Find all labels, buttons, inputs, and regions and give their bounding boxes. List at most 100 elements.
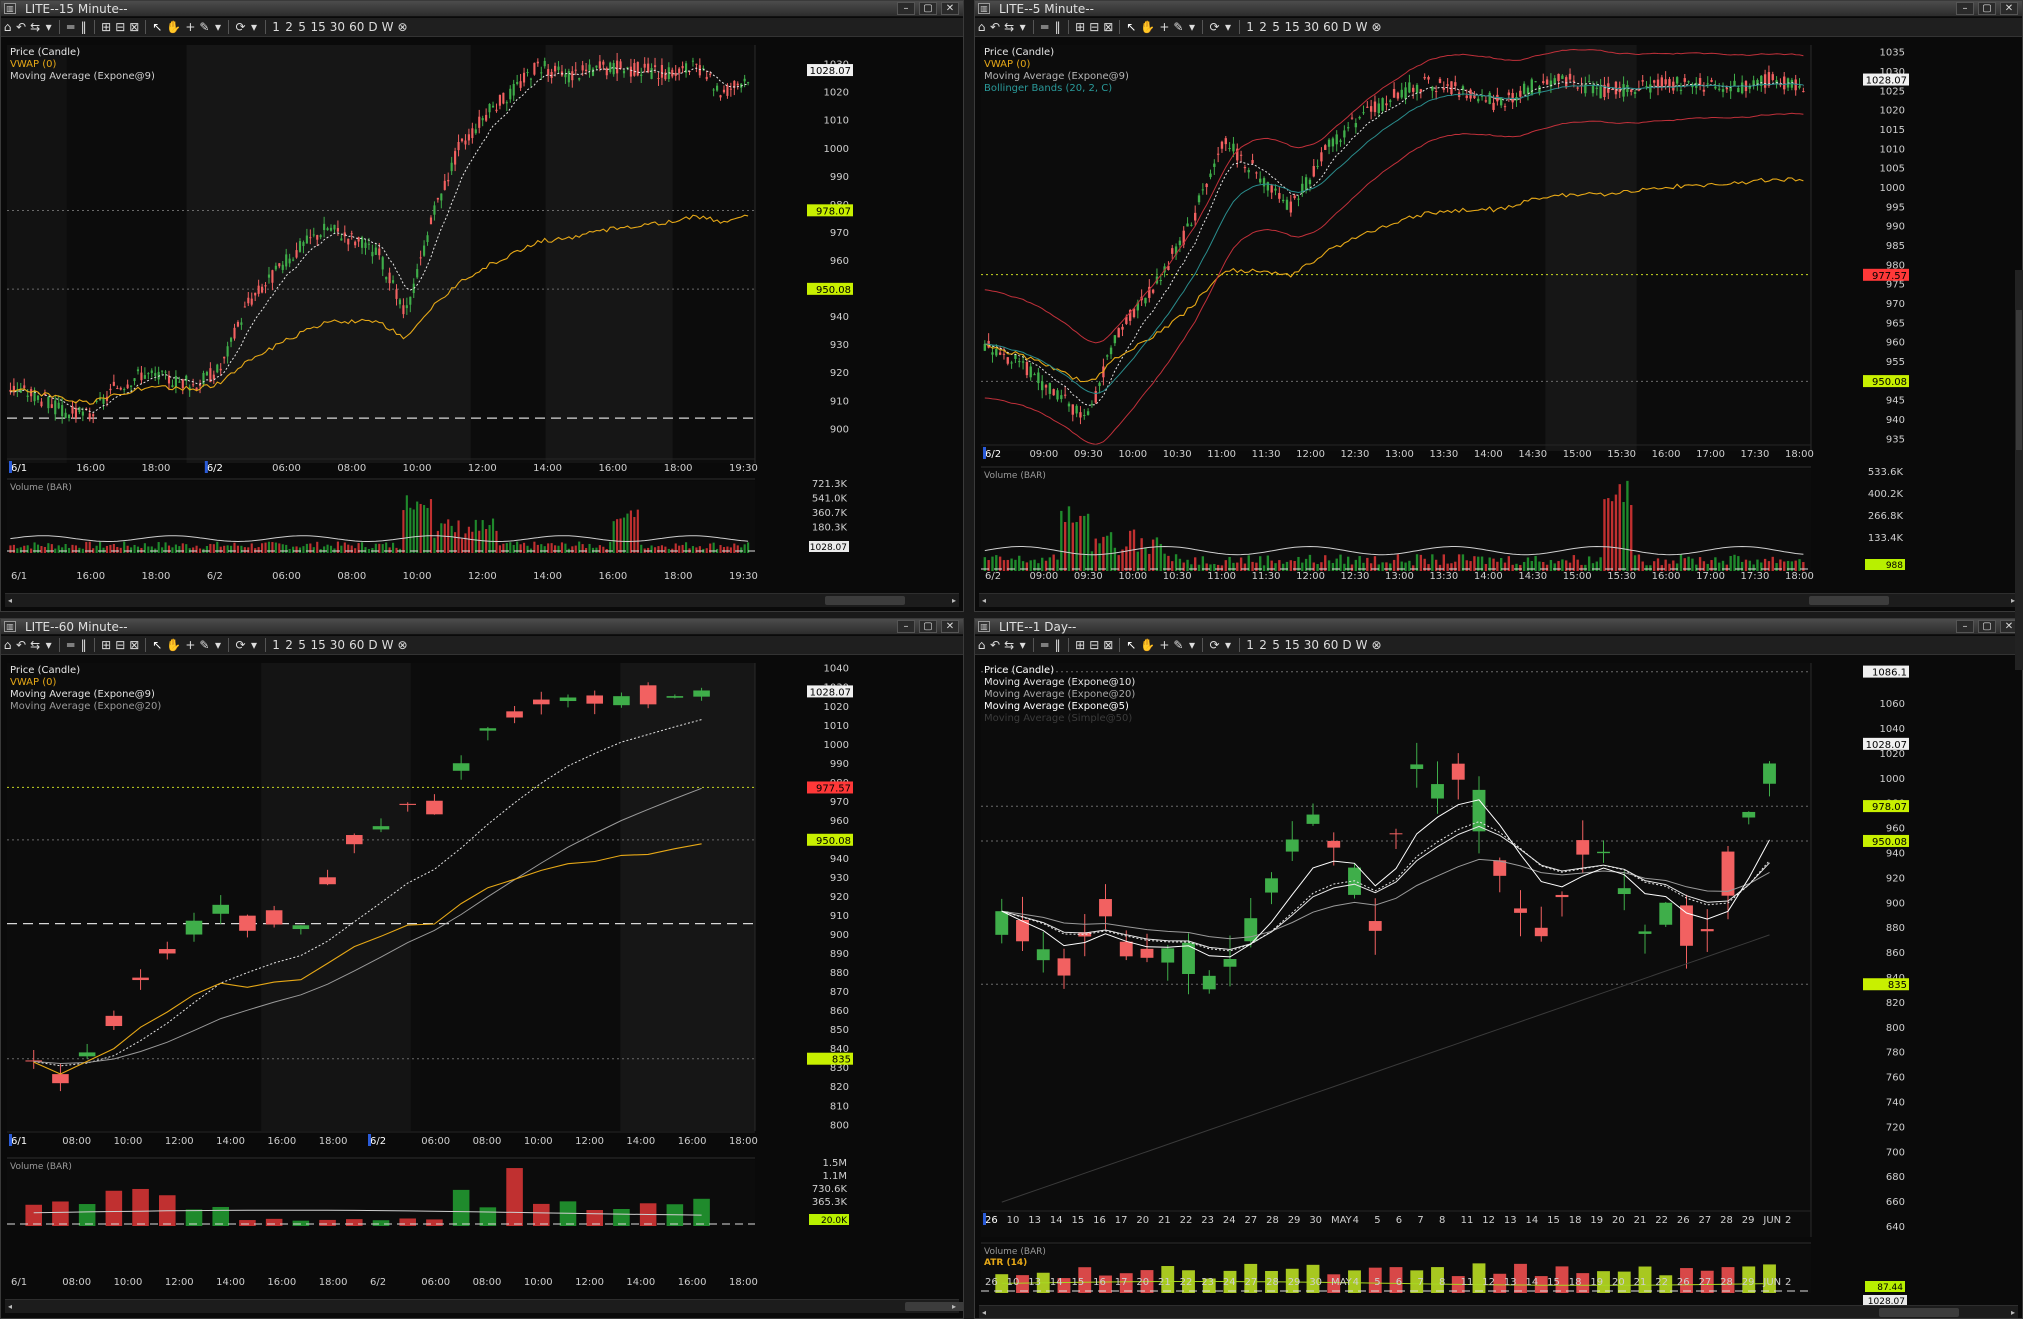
toolbar-button-14[interactable]: ⟳	[233, 19, 247, 36]
toolbar-button-8[interactable]: ⊠	[1101, 637, 1115, 654]
scroll-right-arrow[interactable]: ▸	[949, 594, 959, 607]
toolbar-button-19[interactable]: 15	[309, 637, 328, 654]
minimize-button[interactable]: –	[1956, 2, 1974, 15]
toolbar-button-0[interactable]: ⌂	[1, 637, 14, 654]
toolbar-button-7[interactable]: ⊟	[1087, 19, 1101, 36]
toolbar-button-12[interactable]: ✎	[1171, 19, 1185, 36]
toolbar-button-3[interactable]: ▾	[42, 19, 55, 36]
toolbar-button-4[interactable]: ═	[1038, 637, 1051, 654]
toolbar-button-21[interactable]: 60	[1321, 637, 1340, 654]
toolbar-button-24[interactable]: ⊗	[1369, 19, 1383, 36]
toolbar-button-12[interactable]: ✎	[197, 19, 211, 36]
toolbar-button-24[interactable]: ⊗	[395, 19, 409, 36]
toolbar-button-6[interactable]: ⊞	[1073, 637, 1087, 654]
toolbar-button-22[interactable]: D	[1340, 19, 1353, 36]
toolbar-button-17[interactable]: 2	[1257, 637, 1270, 654]
toolbar-button-3[interactable]: ▾	[1016, 19, 1029, 36]
toolbar-button-14[interactable]: ⟳	[1207, 637, 1221, 654]
minimize-button[interactable]: –	[897, 2, 915, 15]
toolbar-button-19[interactable]: 15	[1283, 637, 1302, 654]
toolbar-button-18[interactable]: 5	[1270, 19, 1283, 36]
toolbar-button-23[interactable]: W	[1354, 637, 1370, 654]
toolbar-button-0[interactable]: ⌂	[1, 19, 14, 36]
toolbar-button-22[interactable]: D	[366, 637, 379, 654]
toolbar-button-10[interactable]: ✋	[1138, 19, 1157, 36]
scrollbar-thumb[interactable]	[2016, 310, 2022, 450]
toolbar-button-1[interactable]: ↶	[988, 19, 1002, 36]
toolbar-button-2[interactable]: ⇆	[1002, 19, 1016, 36]
maximize-button[interactable]: ▢	[1978, 620, 1996, 633]
toolbar-button-7[interactable]: ⊟	[113, 19, 127, 36]
toolbar-button-18[interactable]: 5	[1270, 637, 1283, 654]
toolbar-button-3[interactable]: ▾	[42, 637, 55, 654]
toolbar-button-9[interactable]: ↖	[150, 637, 164, 654]
minimize-button[interactable]: –	[897, 620, 915, 633]
toolbar-button-11[interactable]: +	[183, 637, 197, 654]
chart-window-p15[interactable]: ▥ LITE--15 Minute-- – ▢ ✕ ⌂ ↶ ⇆ ▾ ═ ‖ ⊞ ⊟ ⊠ ↖ ✋ + ✎ ▾ ⟳ ▾ 1 2 5…	[0, 0, 964, 612]
window-titlebar[interactable]: ▥ LITE--1 Day-- – ▢ ✕	[975, 619, 2022, 635]
toolbar-button-11[interactable]: +	[1157, 637, 1171, 654]
toolbar-button-17[interactable]: 2	[283, 19, 296, 36]
toolbar-button-13[interactable]: ▾	[211, 637, 224, 654]
toolbar-button-20[interactable]: 30	[1302, 19, 1321, 36]
horizontal-scrollbar[interactable]: ◂ ▸	[5, 593, 959, 607]
toolbar-button-17[interactable]: 2	[283, 637, 296, 654]
scroll-right-arrow[interactable]: ▸	[949, 1300, 959, 1313]
scroll-left-arrow[interactable]: ◂	[5, 1300, 15, 1313]
window-titlebar[interactable]: ▥ LITE--60 Minute-- – ▢ ✕	[1, 619, 963, 635]
toolbar-button-0[interactable]: ⌂	[975, 637, 988, 654]
toolbar-button-8[interactable]: ⊠	[127, 637, 141, 654]
toolbar-button-17[interactable]: 2	[1257, 19, 1270, 36]
scroll-left-arrow[interactable]: ◂	[979, 594, 989, 607]
toolbar-button-23[interactable]: W	[1354, 19, 1370, 36]
toolbar-button-10[interactable]: ✋	[164, 637, 183, 654]
toolbar-button-2[interactable]: ⇆	[1002, 637, 1016, 654]
toolbar-button-14[interactable]: ⟳	[1207, 19, 1221, 36]
maximize-button[interactable]: ▢	[1978, 2, 1996, 15]
toolbar-button-21[interactable]: 60	[347, 19, 366, 36]
chart-window-pD[interactable]: ▥ LITE--1 Day-- – ▢ ✕ ⌂ ↶ ⇆ ▾ ═ ‖ ⊞ ⊟ ⊠ ↖ ✋ + ✎ ▾ ⟳ ▾ 1 2 5 15 30…	[974, 618, 2023, 1319]
toolbar-button-21[interactable]: 60	[1321, 19, 1340, 36]
toolbar-button-20[interactable]: 30	[1302, 637, 1321, 654]
vertical-scrollbar[interactable]	[2015, 270, 2023, 670]
toolbar-button-24[interactable]: ⊗	[395, 637, 409, 654]
toolbar-button-19[interactable]: 15	[1283, 19, 1302, 36]
scrollbar-thumb[interactable]	[1879, 1308, 1959, 1317]
toolbar-button-16[interactable]: 1	[1244, 19, 1257, 36]
window-titlebar[interactable]: ▥ LITE--5 Minute-- – ▢ ✕	[975, 1, 2022, 17]
toolbar-button-7[interactable]: ⊟	[113, 637, 127, 654]
toolbar-button-9[interactable]: ↖	[1124, 637, 1138, 654]
toolbar-button-21[interactable]: 60	[347, 637, 366, 654]
toolbar-button-4[interactable]: ═	[1038, 19, 1051, 36]
toolbar-button-6[interactable]: ⊞	[99, 637, 113, 654]
scroll-right-arrow[interactable]: ▸	[2008, 1306, 2018, 1318]
toolbar-button-2[interactable]: ⇆	[28, 19, 42, 36]
toolbar-button-15[interactable]: ▾	[1222, 637, 1235, 654]
toolbar-button-0[interactable]: ⌂	[975, 19, 988, 36]
horizontal-scrollbar[interactable]: ◂ ▸	[979, 593, 2018, 607]
toolbar-button-15[interactable]: ▾	[1222, 19, 1235, 36]
toolbar-button-20[interactable]: 30	[328, 19, 347, 36]
scroll-left-arrow[interactable]: ◂	[5, 594, 15, 607]
toolbar-button-1[interactable]: ↶	[988, 637, 1002, 654]
toolbar-button-5[interactable]: ‖	[1051, 637, 1064, 654]
close-button[interactable]: ✕	[941, 620, 959, 633]
toolbar-button-12[interactable]: ✎	[1171, 637, 1185, 654]
toolbar-button-5[interactable]: ‖	[77, 19, 90, 36]
toolbar-button-13[interactable]: ▾	[1185, 637, 1198, 654]
close-button[interactable]: ✕	[2000, 2, 2018, 15]
toolbar-button-11[interactable]: +	[1157, 19, 1171, 36]
toolbar-button-10[interactable]: ✋	[164, 19, 183, 36]
toolbar-button-20[interactable]: 30	[328, 637, 347, 654]
toolbar-button-9[interactable]: ↖	[150, 19, 164, 36]
toolbar-button-3[interactable]: ▾	[1016, 637, 1029, 654]
toolbar-button-15[interactable]: ▾	[248, 19, 261, 36]
scrollbar-thumb[interactable]	[1809, 596, 1889, 605]
toolbar-button-15[interactable]: ▾	[248, 637, 261, 654]
toolbar-button-6[interactable]: ⊞	[1073, 19, 1087, 36]
close-button[interactable]: ✕	[941, 2, 959, 15]
toolbar-button-5[interactable]: ‖	[1051, 19, 1064, 36]
toolbar-button-18[interactable]: 5	[296, 19, 309, 36]
toolbar-button-16[interactable]: 1	[1244, 637, 1257, 654]
toolbar-button-13[interactable]: ▾	[211, 19, 224, 36]
